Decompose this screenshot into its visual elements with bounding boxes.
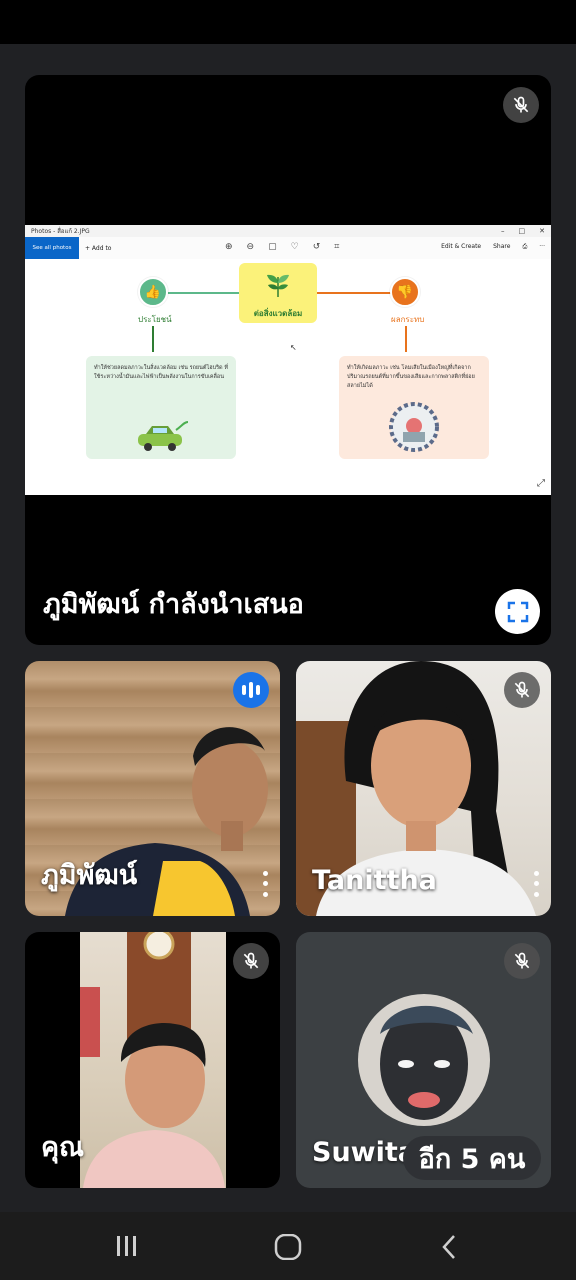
benefit-box: ทำให้ช่วยลดมลภาวะในสิ่งแวดล้อม เช่น รถยน… <box>86 356 236 459</box>
status-bar <box>0 0 576 44</box>
presenter-label: ภูมิพัฒน์ กำลังนำเสนอ <box>43 589 304 620</box>
shared-screen: Photos - สื่อแก้ 2.JPG – □ ✕ See all photo… <box>25 225 551 495</box>
avatar <box>358 994 490 1126</box>
participant-tile[interactable]: ภูมิพัฒน์ <box>25 661 280 916</box>
mic-off-icon <box>503 87 539 123</box>
fullscreen-icon <box>507 601 528 622</box>
participant-name: Suwita <box>312 1137 416 1168</box>
leaf-icon <box>267 274 289 297</box>
arrow-left <box>152 326 154 352</box>
speaking-indicator-icon <box>233 672 269 708</box>
mic-off-icon <box>233 943 269 979</box>
add-to-button: + Add to <box>85 244 112 252</box>
arrow-right <box>405 326 407 352</box>
home-icon[interactable] <box>274 1233 302 1264</box>
impact-label: ผลกระทบ <box>391 315 425 324</box>
center-box: ต่อสิ่งแวดล้อม <box>239 263 317 323</box>
toolbar-icons: ⊕ ⊖ ▢ ♡ ↺ ⌗ <box>225 242 340 252</box>
thumbs-down-icon: 👎 <box>390 277 420 307</box>
participant-name: ภูมิพัฒน์ <box>41 860 138 891</box>
share-button: Share <box>493 243 511 250</box>
benefit-text: ทำให้ช่วยลดมลภาวะในสิ่งแวดล้อม เช่น รถยน… <box>94 365 228 380</box>
recents-icon[interactable] <box>114 1234 140 1262</box>
mic-off-icon <box>504 943 540 979</box>
benefit-label: ประโยชน์ <box>138 315 172 324</box>
more-options-icon[interactable] <box>258 868 272 900</box>
back-icon[interactable] <box>440 1234 460 1264</box>
center-label: ต่อสิ่งแวดล้อม <box>253 309 303 318</box>
participant-tile[interactable]: คุณ <box>25 932 280 1188</box>
connector-right <box>317 292 391 294</box>
impact-text: ทำให้เกิดมลภาวะ เช่น โลมเสียในเมืองใหญ่ท… <box>347 365 475 389</box>
see-all-photos-button: See all photos <box>25 237 79 259</box>
fullscreen-button[interactable] <box>495 589 540 634</box>
participant-name: Tanittha <box>312 865 437 896</box>
more-options-icon[interactable] <box>529 868 543 900</box>
impact-box: ทำให้เกิดมลภาวะ เช่น โลมเสียในเมืองใหญ่ท… <box>339 356 489 459</box>
navigation-bar <box>0 1212 576 1280</box>
thumbs-up-icon: 👍 <box>138 277 168 307</box>
participant-name: คุณ <box>41 1132 85 1163</box>
connector-left <box>168 292 240 294</box>
mouse-cursor-icon: ↖ <box>290 343 297 352</box>
window-controls: – □ ✕ <box>501 227 545 235</box>
toolbar-right: Edit & Create Share ⎙ ··· <box>441 243 545 250</box>
mic-off-icon <box>504 672 540 708</box>
expand-icon: ⤢ <box>537 478 545 489</box>
window-title: Photos - สื่อแก้ 2.JPG <box>31 228 90 235</box>
car-icon <box>138 421 189 451</box>
slide: 👍 👎 ต่อสิ่งแวดล้อม ประโยชน์ ผลกระทบ ทำให… <box>25 259 551 495</box>
window-titlebar: Photos - สื่อแก้ 2.JPG – □ ✕ <box>25 225 551 237</box>
more-participants-button[interactable]: อีก 5 คน <box>403 1136 541 1180</box>
pollution-icon <box>389 402 439 452</box>
participant-tile[interactable]: Tanittha <box>296 661 551 916</box>
edit-create-button: Edit & Create <box>441 243 482 250</box>
presentation-tile[interactable]: Photos - สื่อแก้ 2.JPG – □ ✕ See all photo… <box>25 75 551 645</box>
photos-toolbar: See all photos + Add to ⊕ ⊖ ▢ ♡ ↺ ⌗ Edit & Cr… <box>25 237 551 259</box>
